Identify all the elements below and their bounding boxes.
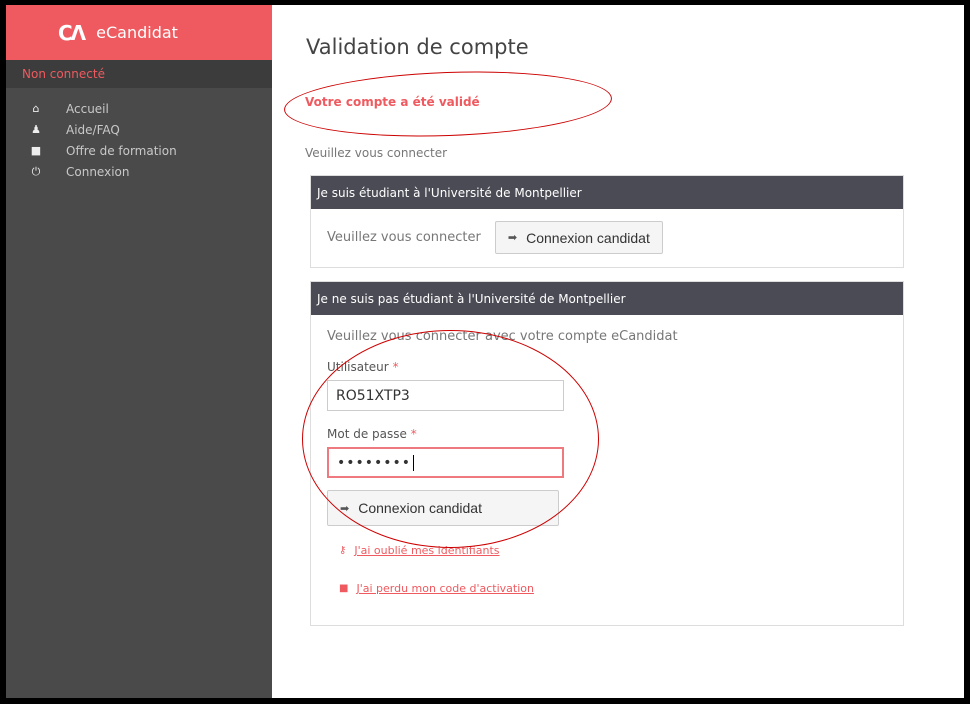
app-name: eCandidat: [96, 23, 178, 42]
app-window: ϹΛ eCandidat Non connecté ⌂ Accueil ♟ Ai…: [6, 5, 964, 698]
username-field[interactable]: RO51XTP3: [327, 380, 564, 411]
key-icon: ⚷: [339, 545, 347, 556]
sidebar-menu: ⌂ Accueil ♟ Aide/FAQ ■ Offre de formatio…: [6, 88, 272, 182]
sidebar: ϹΛ eCandidat Non connecté ⌂ Accueil ♟ Ai…: [6, 5, 272, 698]
sidebar-item-offre-formation[interactable]: ■ Offre de formation: [6, 140, 272, 161]
connect-prompt: Veuillez vous connecter: [305, 146, 448, 160]
required-marker: *: [410, 427, 417, 441]
external-login-button[interactable]: ➡ Connexion candidat: [327, 490, 559, 526]
sidebar-item-accueil[interactable]: ⌂ Accueil: [6, 98, 272, 119]
username-label: Utilisateur *: [327, 360, 903, 374]
users-icon: ♟: [31, 123, 41, 136]
validation-success-message: Votre compte a été validé: [305, 95, 480, 109]
username-value: RO51XTP3: [336, 387, 410, 404]
sidebar-item-label: Offre de formation: [66, 143, 177, 158]
sign-in-icon: ➡: [340, 502, 350, 515]
password-value: ••••••••: [337, 454, 412, 471]
sidebar-item-label: Aide/FAQ: [66, 122, 120, 137]
external-login-panel: Je ne suis pas étudiant à l'Université d…: [310, 281, 904, 626]
password-label: Mot de passe *: [327, 427, 903, 441]
main-content: Validation de compte Votre compte a été …: [272, 5, 964, 698]
text-caret: [413, 454, 415, 471]
student-login-button[interactable]: ➡ Connexion candidat: [494, 221, 663, 254]
lost-activation-code-link[interactable]: J'ai perdu mon code d'activation: [356, 582, 534, 595]
sidebar-item-aide-faq[interactable]: ♟ Aide/FAQ: [6, 119, 272, 140]
password-field[interactable]: ••••••••: [327, 447, 564, 478]
connection-status: Non connecté: [6, 60, 272, 88]
forgot-ids-link[interactable]: J'ai oublié mes identifiants: [354, 544, 499, 557]
student-login-row: Veuillez vous connecter ➡ Connexion cand…: [311, 209, 903, 254]
password-label-text: Mot de passe: [327, 427, 407, 441]
button-label: Connexion candidat: [358, 500, 482, 516]
button-label: Connexion candidat: [526, 229, 650, 246]
home-icon: ⌂: [32, 102, 40, 115]
external-connect-prompt: Veuillez vous connecter avec votre compt…: [327, 329, 678, 344]
app-logo: ϹΛ: [58, 20, 86, 45]
student-login-panel: Je suis étudiant à l'Université de Montp…: [310, 175, 904, 268]
sidebar-item-label: Accueil: [66, 101, 109, 116]
page-title: Validation de compte: [306, 35, 529, 59]
student-connect-prompt: Veuillez vous connecter: [327, 230, 481, 245]
panel-heading: Je ne suis pas étudiant à l'Université d…: [311, 282, 903, 315]
sidebar-item-connexion[interactable]: ⏻ Connexion: [6, 161, 272, 182]
sidebar-item-label: Connexion: [66, 164, 130, 179]
lost-code-row: ■ J'ai perdu mon code d'activation: [339, 582, 903, 595]
panel-heading: Je suis étudiant à l'Université de Montp…: [311, 176, 903, 209]
brand-header[interactable]: ϹΛ eCandidat: [6, 5, 272, 60]
lock-icon: ■: [339, 583, 349, 594]
power-icon: ⏻: [31, 164, 41, 178]
forgot-ids-row: ⚷ J'ai oublié mes identifiants: [339, 544, 903, 557]
bookmark-icon: ■: [30, 144, 42, 157]
required-marker: *: [392, 360, 399, 374]
sign-in-icon: ➡: [507, 232, 518, 244]
username-label-text: Utilisateur: [327, 360, 389, 374]
